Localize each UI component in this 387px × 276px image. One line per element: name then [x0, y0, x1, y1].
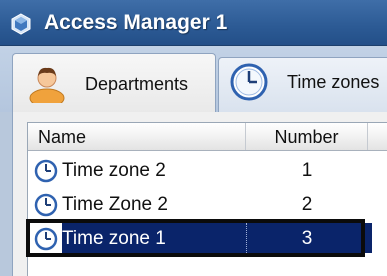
app-icon — [11, 13, 31, 35]
list-item[interactable]: Time zone 2 1 — [28, 153, 387, 187]
column-header-blank[interactable] — [368, 123, 387, 150]
row-name: Time zone 2 — [62, 160, 166, 181]
row-number: 2 — [301, 194, 313, 215]
window-title: Access Manager 1 — [44, 11, 228, 34]
list-header: Name Number — [28, 123, 387, 151]
highlight-frame — [26, 219, 365, 257]
clock-icon — [230, 63, 268, 101]
list-item[interactable]: Time Zone 2 2 — [28, 187, 387, 221]
column-header-name[interactable]: Name — [28, 123, 246, 150]
title-bar: Access Manager 1 — [0, 0, 387, 46]
user-icon — [29, 67, 65, 103]
tab-time-zones[interactable]: Time zones — [218, 57, 387, 112]
time-zone-list[interactable]: Name Number Time zone 2 1 Time Zone 2 2 — [26, 122, 387, 276]
tab-departments[interactable]: Departments — [12, 53, 216, 112]
tab-label: Time zones — [287, 72, 380, 92]
row-number: 1 — [301, 160, 313, 181]
clock-icon — [34, 193, 58, 217]
tab-label: Departments — [85, 74, 189, 94]
clock-icon — [34, 159, 58, 183]
list-item-selected[interactable]: Time zone 1 3 — [26, 219, 387, 257]
tab-panel: Name Number Time zone 2 1 Time Zone 2 2 — [12, 112, 387, 276]
row-name: Time Zone 2 — [62, 194, 168, 215]
column-header-number[interactable]: Number — [246, 123, 368, 150]
tab-strip: Departments Time zones — [0, 46, 387, 112]
